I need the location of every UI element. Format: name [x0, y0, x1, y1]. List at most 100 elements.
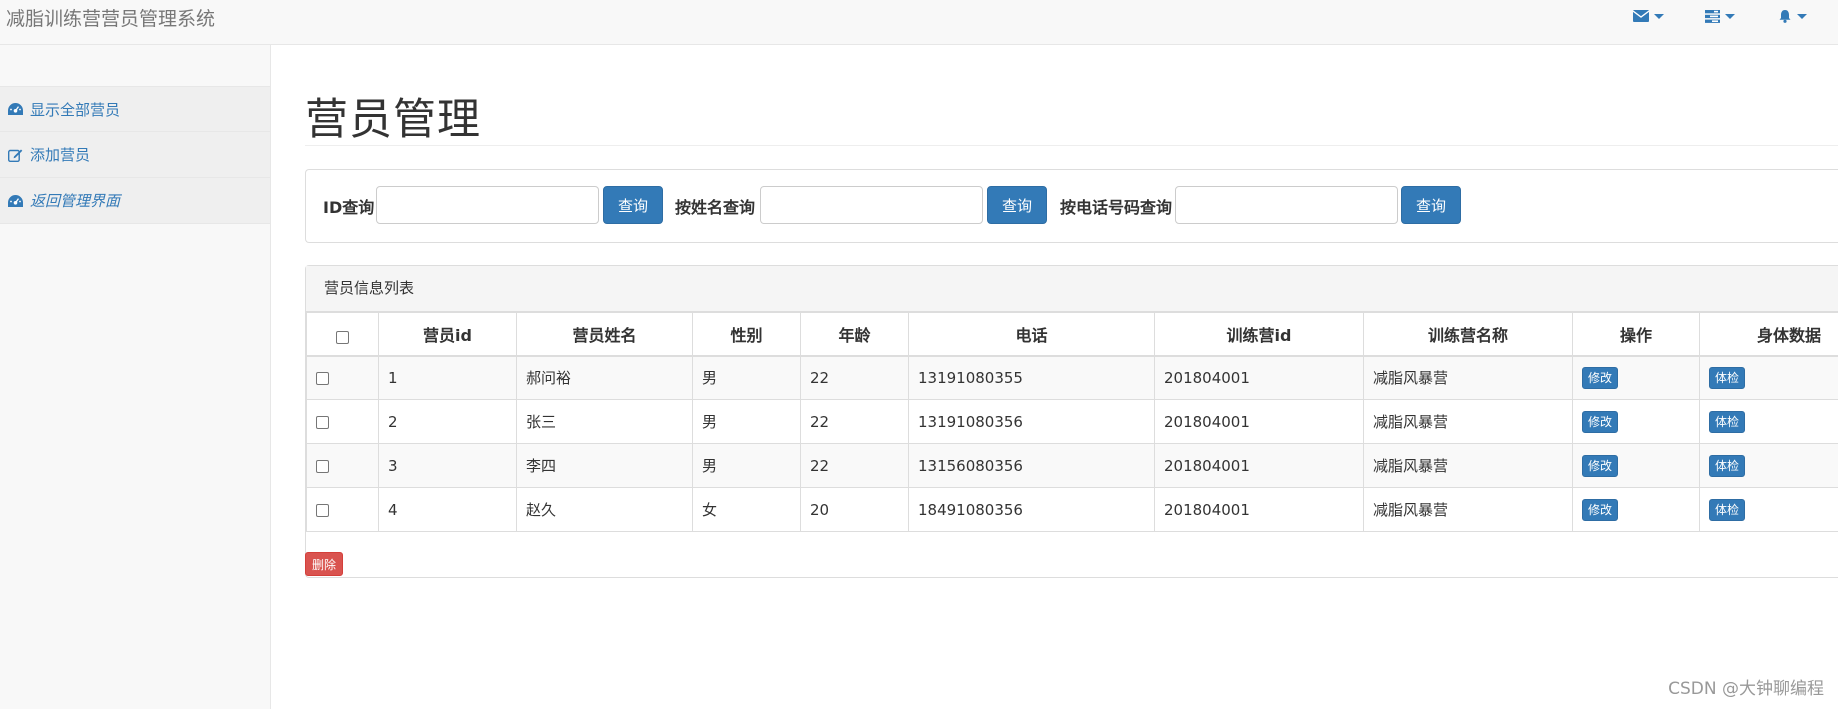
- row-select-cell: [306, 443, 379, 488]
- table-row: 1 郝问裕 男 22 13191080355 201804001 减脂风暴营 修…: [306, 355, 1838, 400]
- action-cell: 修改: [1572, 355, 1700, 400]
- column-header[interactable]: 电话: [908, 312, 1155, 357]
- column-header[interactable]: 身体数据: [1699, 312, 1838, 357]
- column-header[interactable]: 训练营id: [1154, 312, 1364, 357]
- page-title: 营员管理: [305, 95, 481, 145]
- table-row: 3 李四 男 22 13156080356 201804001 减脂风暴营 修改…: [306, 443, 1838, 488]
- select-all-checkbox[interactable]: [336, 331, 349, 345]
- sidebar-item-label: 返回管理界面: [30, 192, 121, 210]
- camp-id: 201804001: [1154, 443, 1364, 488]
- name-search-input[interactable]: [760, 186, 983, 224]
- member-age: 20: [800, 487, 909, 532]
- sidebar-item-label: 添加营员: [30, 146, 91, 164]
- member-id: 2: [378, 399, 517, 444]
- edit-button[interactable]: 修改: [1582, 366, 1619, 389]
- member-name: 郝问裕: [516, 355, 693, 400]
- sidebar-item-show-all[interactable]: 显示全部营员: [0, 86, 270, 132]
- name-search-button[interactable]: 查询: [987, 186, 1047, 224]
- member-gender: 女: [692, 487, 801, 532]
- checkup-button[interactable]: 体检: [1709, 366, 1746, 389]
- body-data-cell: 体检: [1699, 487, 1838, 532]
- column-header[interactable]: 训练营名称: [1363, 312, 1573, 357]
- top-icon-group: [1612, 6, 1828, 26]
- row-select-cell: [306, 399, 379, 444]
- chevron-down-icon: [1796, 13, 1807, 19]
- dashboard-icon: [8, 194, 23, 207]
- camp-name: 减脂风暴营: [1363, 355, 1573, 400]
- id-search-button[interactable]: 查询: [603, 186, 663, 224]
- action-cell: 修改: [1572, 487, 1700, 532]
- messages-dropdown[interactable]: [1612, 6, 1684, 26]
- delete-button[interactable]: 删除: [305, 552, 344, 576]
- chevron-down-icon: [1725, 13, 1735, 19]
- checkup-button[interactable]: 体检: [1709, 410, 1746, 433]
- edit-button[interactable]: 修改: [1582, 498, 1619, 521]
- app-title[interactable]: 减脂训练营营员管理系统: [6, 4, 215, 31]
- panel-heading: 营员信息列表: [306, 266, 1838, 312]
- table-row: 4 赵久 女 20 18491080356 201804001 减脂风暴营 修改…: [306, 487, 1838, 532]
- member-gender: 男: [692, 443, 801, 488]
- member-phone: 18491080356: [908, 487, 1155, 532]
- row-checkbox[interactable]: [316, 459, 329, 473]
- member-age: 22: [800, 399, 909, 444]
- checkup-button[interactable]: 体检: [1709, 454, 1746, 477]
- row-select-cell: [306, 487, 379, 532]
- member-phone: 13156080356: [908, 443, 1155, 488]
- camp-id: 201804001: [1154, 355, 1364, 400]
- action-cell: 修改: [1572, 443, 1700, 488]
- member-age: 22: [800, 443, 909, 488]
- member-list-panel: 营员信息列表 营员id 营员姓名 性别 年龄 电话 训练营id 训练营名称 操作: [305, 265, 1838, 578]
- id-search-label: ID查询: [323, 198, 375, 217]
- column-header[interactable]: 操作: [1572, 312, 1700, 357]
- member-name: 赵久: [516, 487, 693, 532]
- id-search-input[interactable]: [376, 186, 599, 224]
- member-age: 22: [800, 355, 909, 400]
- camp-id: 201804001: [1154, 399, 1364, 444]
- camp-name: 减脂风暴营: [1363, 487, 1573, 532]
- row-checkbox[interactable]: [316, 371, 329, 385]
- sidebar: 显示全部营员 添加营员 返回管理界面: [0, 45, 271, 709]
- table-header-row: 营员id 营员姓名 性别 年龄 电话 训练营id 训练营名称 操作 身体数据: [306, 312, 1838, 357]
- sidebar-item-add-member[interactable]: 添加营员: [0, 132, 270, 178]
- row-checkbox[interactable]: [316, 415, 329, 429]
- body-data-cell: 体检: [1699, 399, 1838, 444]
- member-id: 4: [378, 487, 517, 532]
- member-name: 李四: [516, 443, 693, 488]
- row-checkbox[interactable]: [316, 503, 329, 517]
- member-id: 3: [378, 443, 517, 488]
- column-header[interactable]: 营员姓名: [516, 312, 693, 357]
- member-phone: 13191080356: [908, 399, 1155, 444]
- top-navbar: 减脂训练营营员管理系统: [0, 0, 1838, 45]
- column-header[interactable]: 营员id: [378, 312, 517, 357]
- phone-search-input[interactable]: [1175, 186, 1398, 224]
- member-id: 1: [378, 355, 517, 400]
- member-gender: 男: [692, 355, 801, 400]
- dashboard-icon: [8, 103, 23, 115]
- title-divider: [305, 145, 1838, 146]
- search-panel: ID查询 查询 按姓名查询 查询 按电话号码查询 查询: [305, 169, 1838, 243]
- camp-name: 减脂风暴营: [1363, 443, 1573, 488]
- chevron-down-icon: [1653, 13, 1664, 19]
- column-header[interactable]: 年龄: [800, 312, 909, 357]
- member-name: 张三: [516, 399, 693, 444]
- edit-button[interactable]: 修改: [1582, 454, 1619, 477]
- body-data-cell: 体检: [1699, 355, 1838, 400]
- edit-button[interactable]: 修改: [1582, 410, 1619, 433]
- name-search-label: 按姓名查询: [675, 198, 756, 217]
- member-phone: 13191080355: [908, 355, 1155, 400]
- bell-icon: [1779, 10, 1790, 23]
- member-gender: 男: [692, 399, 801, 444]
- edit-icon: [8, 149, 23, 162]
- table-row: 2 张三 男 22 13191080356 201804001 减脂风暴营 修改…: [306, 399, 1838, 444]
- column-header[interactable]: 性别: [692, 312, 801, 357]
- envelope-icon: [1632, 10, 1649, 22]
- watermark: CSDN @大钟聊编程: [1668, 679, 1824, 699]
- tasks-dropdown[interactable]: [1684, 6, 1756, 26]
- main-content: 营员管理 ID查询 查询 按姓名查询 查询 按电话号码查询 查询 营员信息列表 …: [305, 45, 1838, 709]
- alerts-dropdown[interactable]: [1756, 6, 1828, 26]
- select-all-cell: [306, 312, 379, 357]
- body-data-cell: 体检: [1699, 443, 1838, 488]
- sidebar-item-back-to-admin[interactable]: 返回管理界面: [0, 178, 270, 224]
- phone-search-button[interactable]: 查询: [1401, 186, 1461, 224]
- checkup-button[interactable]: 体检: [1709, 498, 1746, 521]
